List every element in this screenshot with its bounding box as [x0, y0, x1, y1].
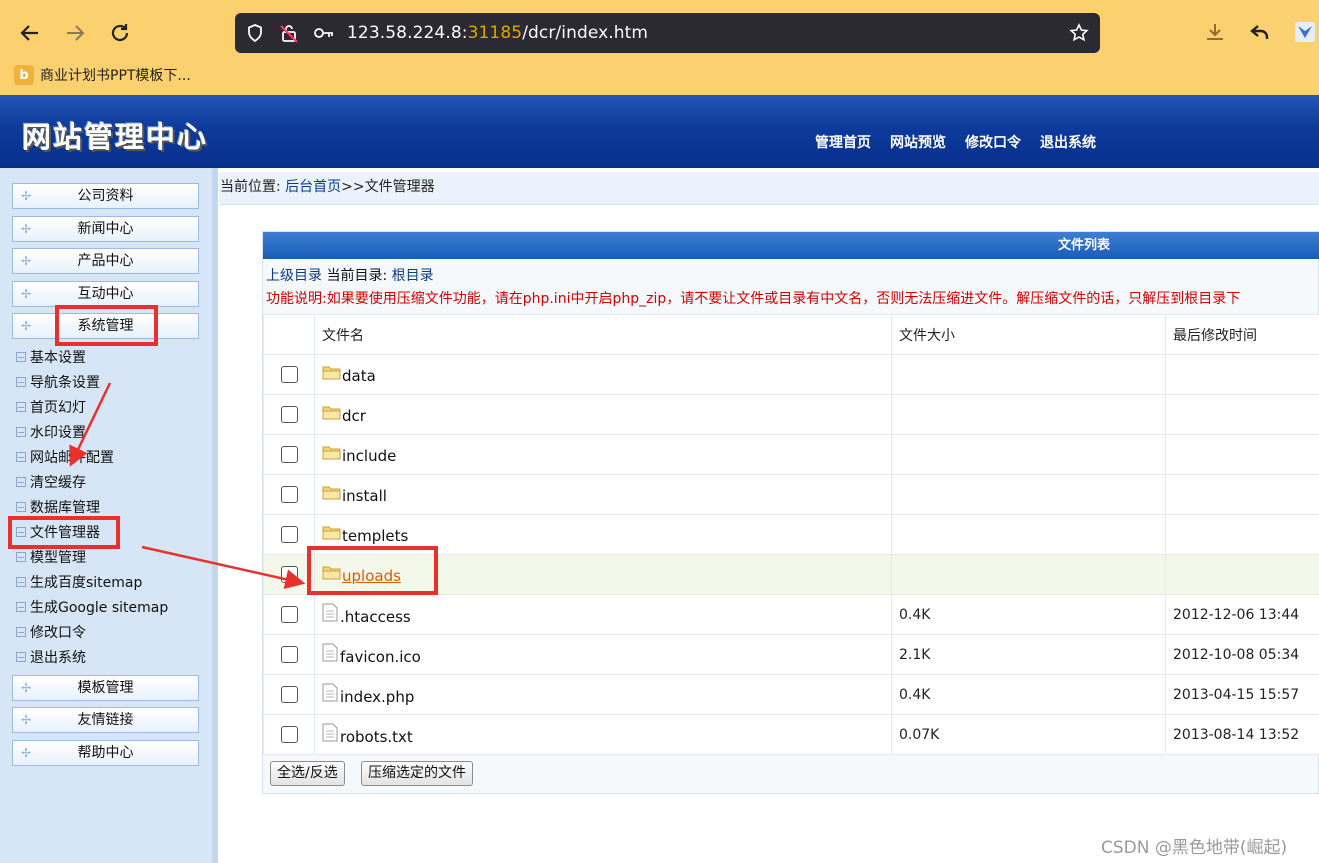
- annotation-arrow-to-uploads: [141, 545, 306, 590]
- watermark: CSDN @黑色地带(崛起): [1101, 838, 1288, 858]
- annotation-arrows: [69, 382, 306, 590]
- annotation-arrow-to-file-manager: [69, 382, 112, 467]
